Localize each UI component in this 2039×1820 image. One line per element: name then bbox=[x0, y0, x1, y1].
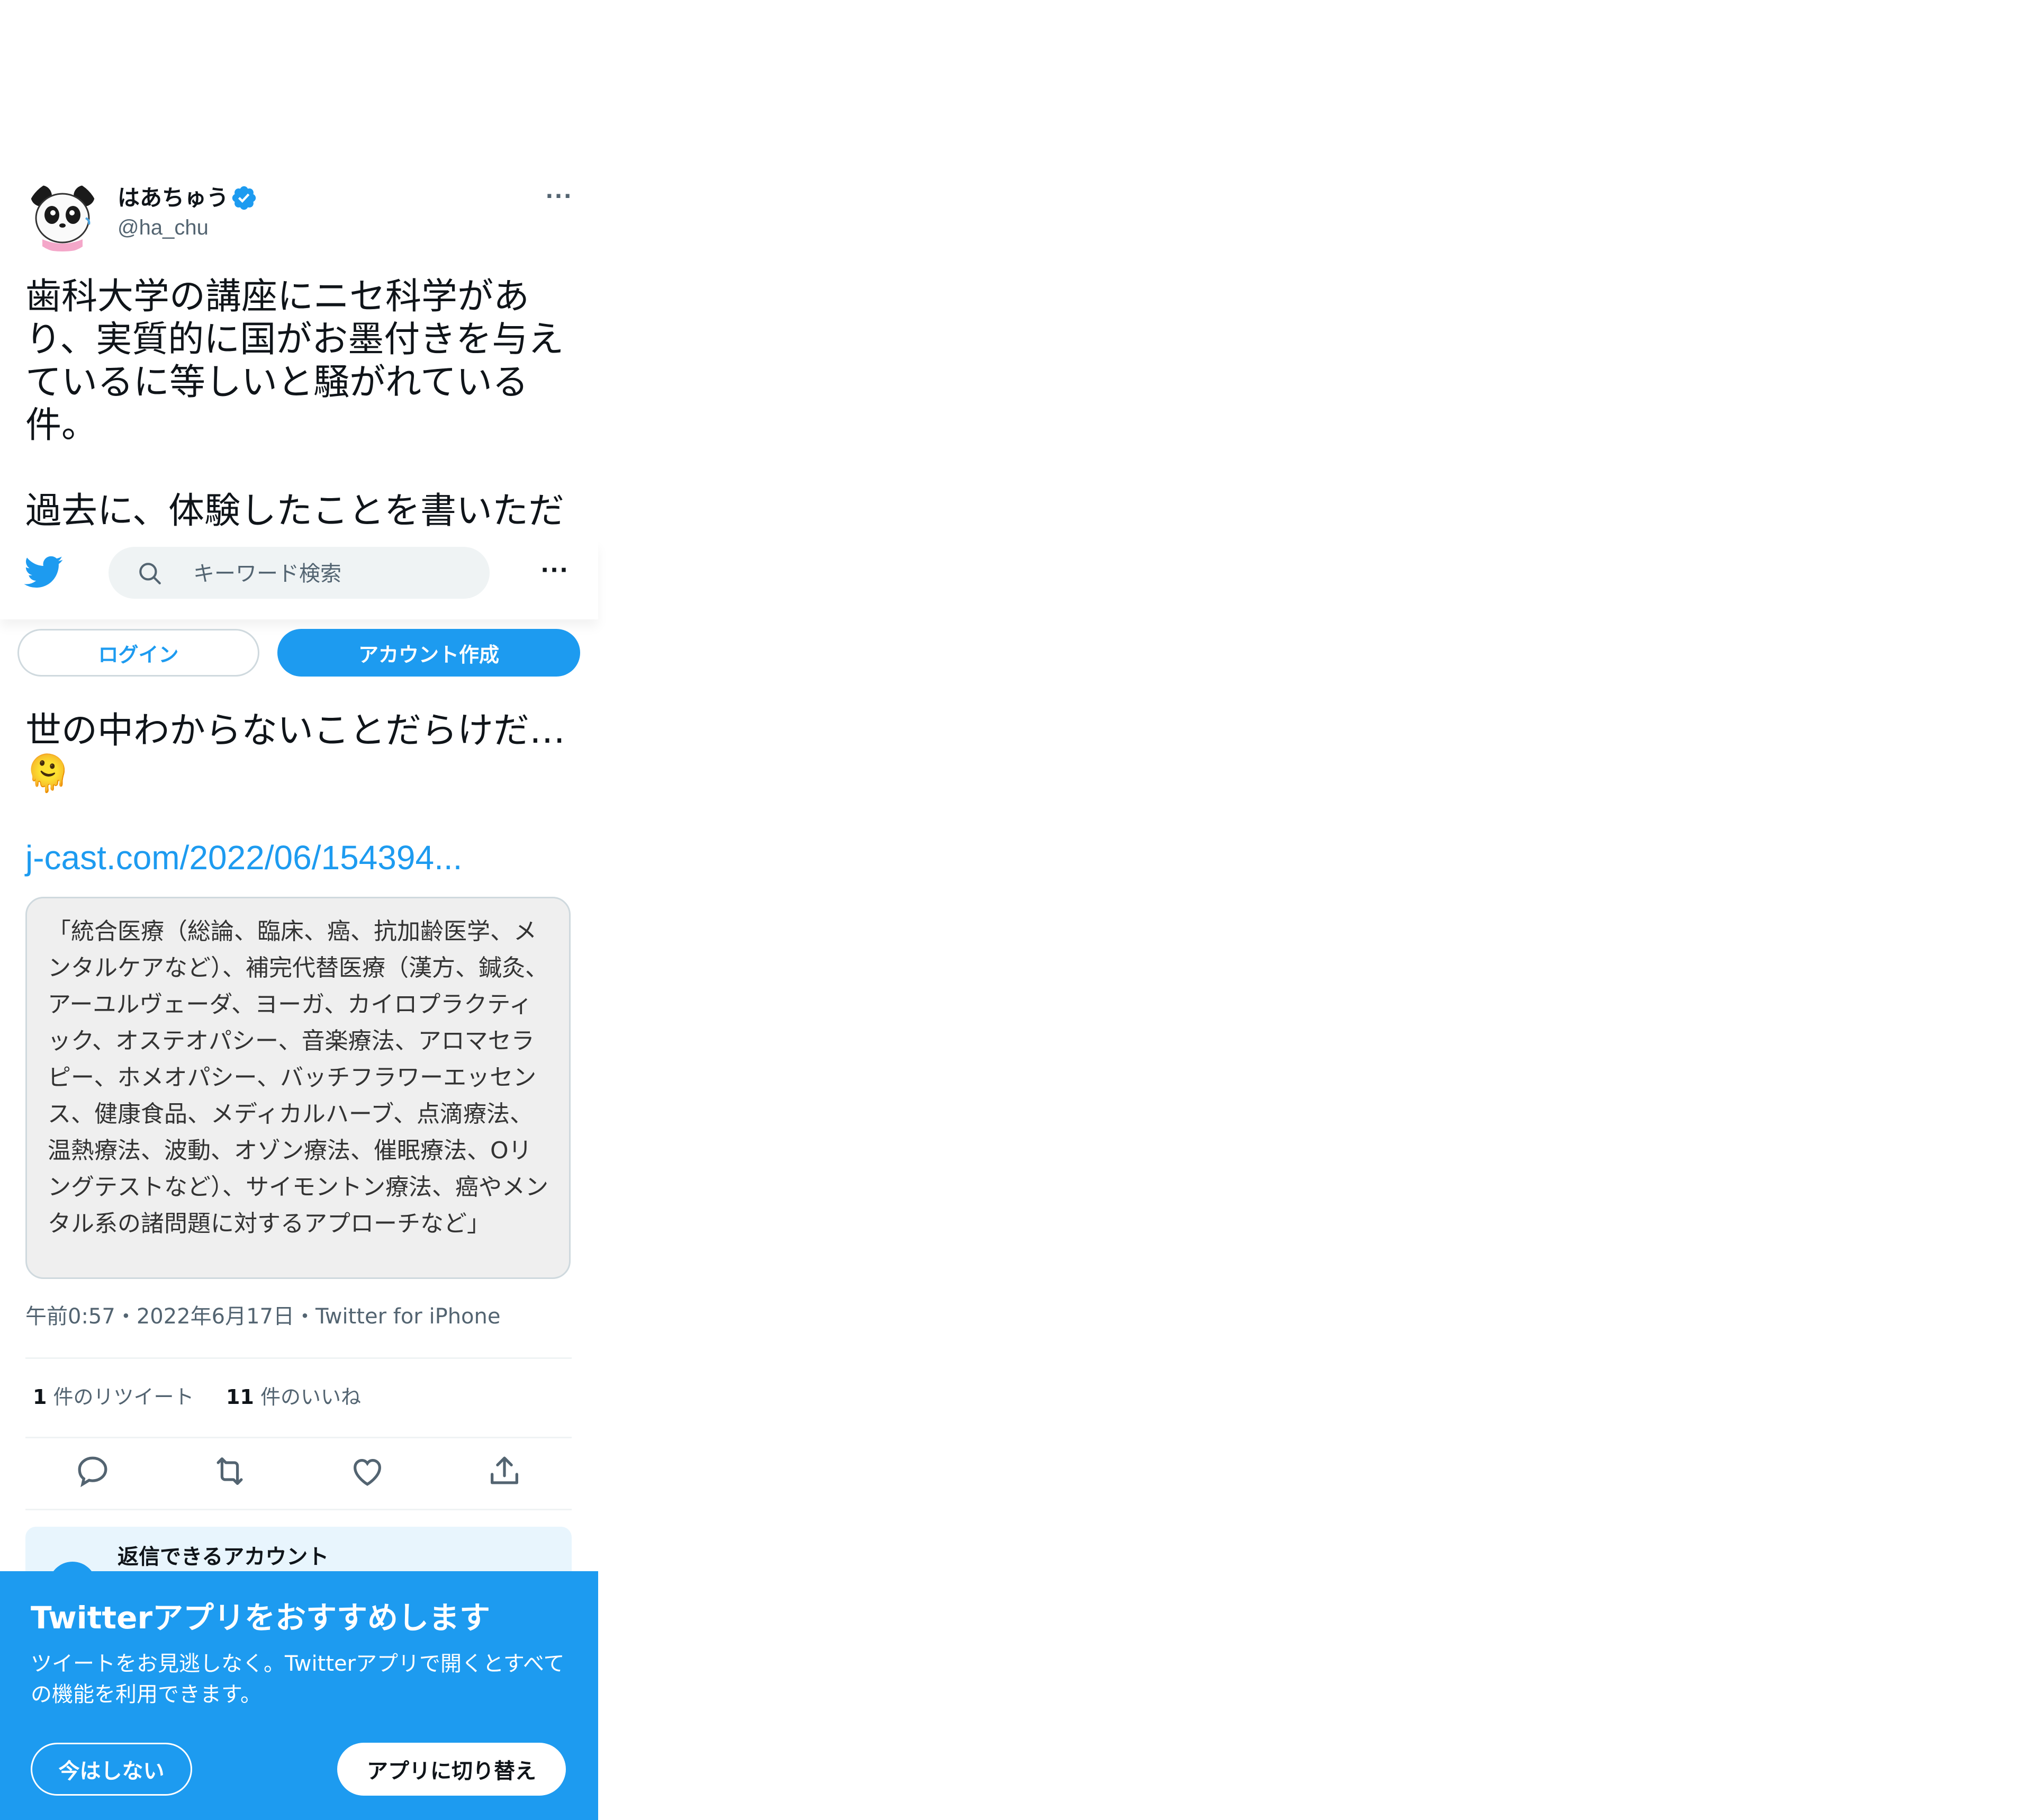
signup-button[interactable]: アカウント作成 bbox=[277, 629, 580, 677]
author-avatar[interactable] bbox=[26, 180, 99, 253]
tweet-stats: 1 件のリツイート 11 件のいいね bbox=[33, 1383, 361, 1411]
not-now-button[interactable]: 今はしない bbox=[31, 1743, 192, 1796]
author-name[interactable]: はあちゅう bbox=[118, 183, 229, 213]
panda-avatar-icon bbox=[26, 180, 99, 253]
verified-badge-icon bbox=[230, 184, 258, 212]
tweet-text: 歯科大学の講座にニセ科学があ り、実質的に国がお墨付きを与え ているに等しいと騒… bbox=[25, 276, 564, 532]
reply-restriction-title: 返信できるアカウント bbox=[118, 1545, 329, 1569]
share-icon[interactable] bbox=[486, 1453, 523, 1490]
retweet-count[interactable]: 1 bbox=[33, 1385, 47, 1409]
search-icon bbox=[137, 560, 163, 587]
reply-icon[interactable] bbox=[74, 1453, 111, 1490]
like-label[interactable]: 件のいいね bbox=[260, 1385, 361, 1409]
tweet-text-continued: 世の中わからないことだらけだ… 🫠 bbox=[25, 710, 566, 795]
tweet-timestamp[interactable]: 午前0:57・2022年6月17日・Twitter for iPhone bbox=[25, 1302, 500, 1331]
twitter-bird-icon[interactable] bbox=[24, 556, 64, 589]
tweet-link[interactable]: j-cast.com/2022/06/154394... bbox=[25, 835, 462, 880]
like-count[interactable]: 11 bbox=[226, 1385, 254, 1409]
banner-title: Twitterアプリをおすすめします bbox=[31, 1600, 491, 1636]
search-placeholder: キーワード検索 bbox=[193, 562, 341, 586]
banner-description: ツイートをお見逃しなく。Twitterアプリで開くとすべての機能を利用できます。 bbox=[31, 1652, 565, 1707]
divider bbox=[25, 1357, 572, 1359]
retweet-label[interactable]: 件のリツイート bbox=[53, 1385, 194, 1409]
author-handle[interactable]: @ha_chu bbox=[118, 214, 209, 241]
retweet-icon[interactable] bbox=[211, 1453, 248, 1490]
switch-to-app-button[interactable]: アプリに切り替え bbox=[337, 1743, 566, 1796]
quote-text: 「統合医療（総論、臨床、癌、抗加齢医学、メンタルケアなど）、補完代替医療（漢方、… bbox=[48, 918, 548, 1237]
divider bbox=[25, 1437, 572, 1438]
divider bbox=[25, 1509, 572, 1510]
tweet-more-icon[interactable]: ··· bbox=[543, 186, 575, 210]
like-icon[interactable] bbox=[349, 1453, 386, 1490]
nav-more-icon[interactable]: ··· bbox=[538, 559, 572, 583]
login-button[interactable]: ログイン bbox=[17, 629, 259, 677]
